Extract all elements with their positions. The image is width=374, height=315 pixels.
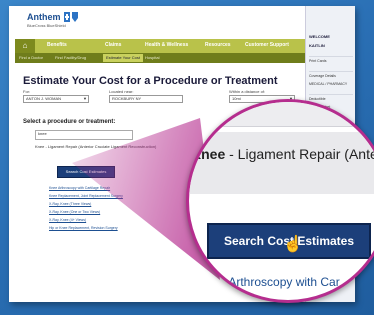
option-bold-text: Knee <box>191 146 226 162</box>
option-rest-text: - Ligament Repair (Ante <box>225 146 374 162</box>
magnified-view: nee Knee - Ligament Repair (Ante Search … <box>186 99 374 303</box>
magnified-option[interactable]: Knee - Ligament Repair (Ante <box>191 146 374 162</box>
magnified-search-text: nee <box>203 101 232 120</box>
pointer-hand-icon: ☝ <box>283 236 303 253</box>
magnified-search-row: nee <box>189 101 374 127</box>
magnified-link[interactable]: e Arthroscopy with Car <box>219 275 340 289</box>
magnified-option-row <box>189 132 374 194</box>
